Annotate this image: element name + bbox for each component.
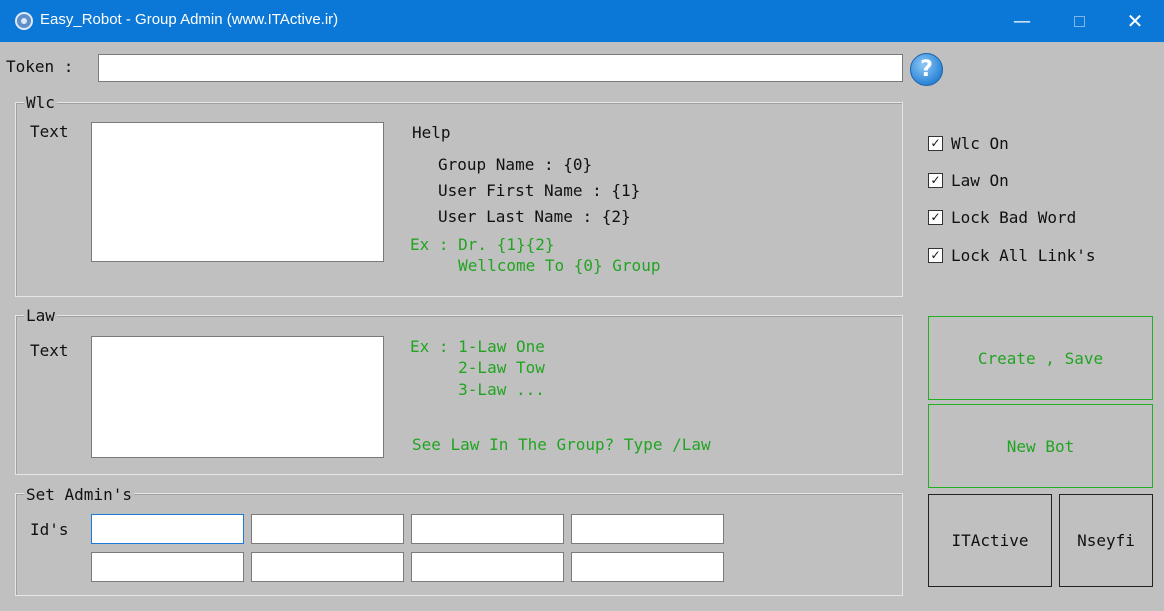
close-button[interactable]: ✕ bbox=[1106, 0, 1164, 42]
app-icon bbox=[15, 12, 33, 30]
checkbox-icon[interactable]: ✓ bbox=[928, 247, 943, 263]
checkbox-label: Lock Bad Word bbox=[951, 207, 1077, 227]
lock-all-links-checkbox[interactable]: ✓ Lock All Link's bbox=[928, 245, 1096, 265]
new-bot-button[interactable]: New Bot bbox=[928, 404, 1153, 488]
admin-id-input-8[interactable] bbox=[571, 552, 724, 582]
create-save-button[interactable]: Create , Save bbox=[928, 316, 1153, 400]
token-input[interactable] bbox=[98, 54, 903, 82]
law-on-checkbox[interactable]: ✓ Law On bbox=[928, 170, 1009, 190]
admin-id-input-4[interactable] bbox=[571, 514, 724, 544]
title-bar[interactable]: Easy_Robot - Group Admin (www.ITActive.i… bbox=[0, 0, 1164, 42]
admin-id-input-7[interactable] bbox=[411, 552, 564, 582]
law-example-line: Ex : 1-Law One bbox=[410, 337, 545, 356]
admin-id-input-3[interactable] bbox=[411, 514, 564, 544]
checkbox-label: Lock All Link's bbox=[951, 245, 1096, 265]
wlc-text-label: Text bbox=[30, 122, 69, 141]
admin-id-input-5[interactable] bbox=[91, 552, 244, 582]
wlc-text-input[interactable] bbox=[91, 122, 384, 262]
wlc-help-line: Group Name : {0} bbox=[438, 155, 593, 174]
checkbox-label: Wlc On bbox=[951, 133, 1009, 153]
law-text-label: Text bbox=[30, 341, 69, 360]
maximize-button bbox=[1050, 0, 1108, 42]
admin-ids-label: Id's bbox=[30, 520, 69, 539]
minimize-button[interactable]: — bbox=[993, 0, 1051, 42]
window-title: Easy_Robot - Group Admin (www.ITActive.i… bbox=[40, 11, 339, 28]
wlc-help-title: Help bbox=[412, 123, 451, 142]
itactive-button[interactable]: ITActive bbox=[928, 494, 1052, 587]
token-label: Token : bbox=[6, 57, 74, 76]
wlc-help-line: User Last Name : {2} bbox=[438, 207, 631, 226]
maximize-icon bbox=[1073, 15, 1085, 27]
lock-bad-word-checkbox[interactable]: ✓ Lock Bad Word bbox=[928, 207, 1076, 227]
admin-id-input-2[interactable] bbox=[251, 514, 404, 544]
nseyfi-button[interactable]: Nseyfi bbox=[1059, 494, 1153, 587]
admin-id-input-6[interactable] bbox=[251, 552, 404, 582]
law-group-title: Law bbox=[24, 306, 57, 325]
help-icon[interactable]: ? bbox=[910, 53, 943, 86]
law-example-line: 2-Law Tow bbox=[410, 358, 545, 377]
wlc-on-checkbox[interactable]: ✓ Wlc On bbox=[928, 133, 1009, 153]
law-example-line: 3-Law ... bbox=[410, 380, 545, 399]
wlc-example-line: Ex : Dr. {1}{2} bbox=[410, 235, 555, 254]
checkbox-icon[interactable]: ✓ bbox=[928, 135, 943, 151]
checkbox-icon[interactable]: ✓ bbox=[928, 209, 943, 225]
checkbox-label: Law On bbox=[951, 170, 1009, 190]
wlc-group-title: Wlc bbox=[24, 93, 57, 112]
law-text-input[interactable] bbox=[91, 336, 384, 458]
checkbox-icon[interactable]: ✓ bbox=[928, 172, 943, 188]
wlc-example-line: Wellcome To {0} Group bbox=[410, 256, 661, 275]
law-hint: See Law In The Group? Type /Law bbox=[412, 435, 711, 454]
admin-id-input-1[interactable] bbox=[91, 514, 244, 544]
wlc-help-line: User First Name : {1} bbox=[438, 181, 641, 200]
admins-group-title: Set Admin's bbox=[24, 485, 134, 504]
